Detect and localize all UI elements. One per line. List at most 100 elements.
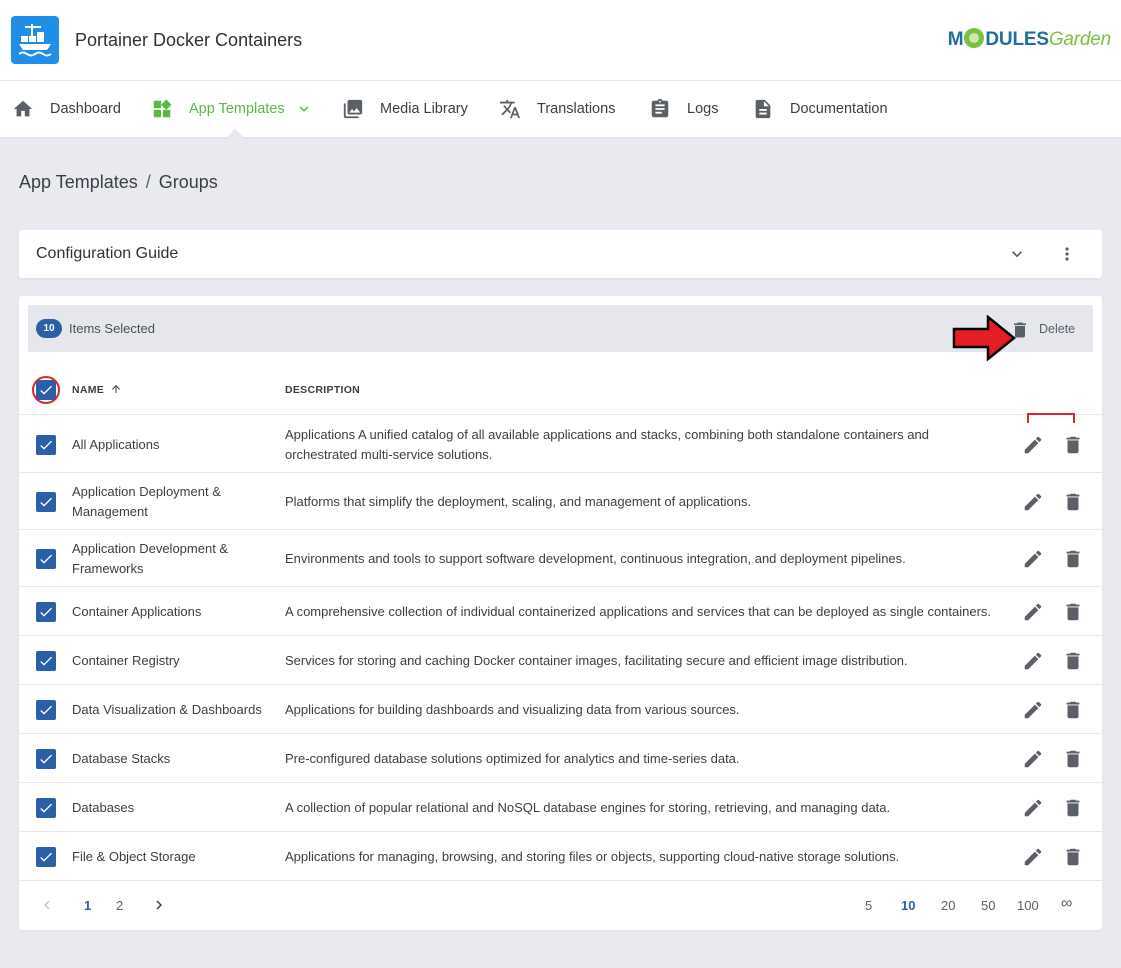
table-row[interactable]: All Applications Applications A unified c… <box>19 416 1102 473</box>
configuration-guide-panel: Configuration Guide <box>19 230 1102 278</box>
check-icon <box>40 656 52 666</box>
table-row[interactable]: Data Visualization & Dashboards Applicati… <box>19 685 1102 734</box>
delete-icon[interactable] <box>1062 699 1084 721</box>
nav-logs[interactable]: Logs <box>649 81 718 137</box>
table-row[interactable]: Application Development & Frameworks Envi… <box>19 530 1102 587</box>
delete-icon[interactable] <box>1062 434 1084 456</box>
row-checkbox[interactable] <box>36 797 56 818</box>
app-title: Portainer Docker Containers <box>75 30 303 50</box>
row-name: Application Deployment & Management <box>72 483 221 519</box>
brand-text-dules: DULES <box>985 29 1049 50</box>
check-icon <box>40 754 52 764</box>
selection-toolbar: 10 Items Selected Delete <box>28 305 1093 361</box>
row-checkbox[interactable] <box>36 434 56 455</box>
main-nav: Dashboard App Templates Media Library Tr… <box>0 81 1121 137</box>
sort-arrow-up-icon[interactable] <box>110 383 122 395</box>
page-size-50[interactable]: 50 <box>981 898 995 913</box>
chevron-down-icon[interactable] <box>295 100 313 118</box>
page-size-all[interactable]: ∞ <box>1061 895 1072 913</box>
row-name: Container Registry <box>72 652 180 668</box>
table-row[interactable]: Container Registry Services for storing a… <box>19 636 1102 685</box>
delete-icon[interactable] <box>1062 650 1084 672</box>
table-row[interactable]: Container Applications A comprehensive co… <box>19 587 1102 636</box>
delete-icon[interactable] <box>1062 846 1084 868</box>
table-row[interactable]: Database Stacks Pre-configured database s… <box>19 734 1102 783</box>
breadcrumb-current: Groups <box>158 172 218 192</box>
row-checkbox[interactable] <box>36 846 56 867</box>
row-checkbox[interactable] <box>36 601 56 622</box>
row-description: Pre-configured database solutions optimi… <box>285 750 740 766</box>
annotation-circle <box>32 376 60 404</box>
row-checkbox[interactable] <box>36 748 56 769</box>
row-checkbox[interactable] <box>36 650 56 671</box>
table-row[interactable]: Databases A collection of popular relatio… <box>19 783 1102 832</box>
more-vert-icon[interactable] <box>1057 244 1077 264</box>
nav-translations[interactable]: Translations <box>499 81 615 137</box>
edit-icon[interactable] <box>1022 650 1044 672</box>
table-row[interactable]: File & Object Storage Applications for ma… <box>19 832 1102 881</box>
home-icon <box>13 100 33 117</box>
page-size-5[interactable]: 5 <box>865 898 872 913</box>
document-icon <box>755 99 771 119</box>
check-icon <box>40 852 52 862</box>
edit-icon[interactable] <box>1022 548 1044 570</box>
edit-icon[interactable] <box>1022 846 1044 868</box>
nav-logs-label: Logs <box>687 101 719 117</box>
page-size-100[interactable]: 100 <box>1017 898 1039 913</box>
row-checkbox[interactable] <box>36 548 56 569</box>
annotation-arrow-icon <box>952 315 1016 361</box>
column-header-description: DESCRIPTION <box>285 384 361 396</box>
row-name: All Applications <box>72 436 160 452</box>
row-name: Databases <box>72 799 135 815</box>
delete-selected-icon[interactable] <box>1010 320 1030 340</box>
nav-app-templates[interactable]: App Templates <box>151 81 313 137</box>
next-page-icon[interactable] <box>150 896 168 914</box>
breadcrumb: App Templates / Groups <box>19 172 218 193</box>
row-description: A comprehensive collection of individual… <box>285 603 992 619</box>
configuration-guide-title[interactable]: Configuration Guide <box>36 245 178 263</box>
column-header-name[interactable]: NAME <box>72 384 104 396</box>
nav-documentation[interactable]: Documentation <box>752 81 888 137</box>
prev-page-icon[interactable] <box>38 896 56 914</box>
row-name: Data Visualization & Dashboards <box>72 701 262 717</box>
brand-globe-icon <box>964 28 985 48</box>
page-size-20[interactable]: 20 <box>941 898 955 913</box>
row-name: Application Development & Frameworks <box>72 540 229 576</box>
translate-icon <box>499 99 521 119</box>
row-name: Container Applications <box>72 603 202 619</box>
check-icon <box>40 705 52 715</box>
row-checkbox[interactable] <box>36 491 56 512</box>
page-1-button[interactable]: 1 <box>84 898 91 913</box>
delete-icon[interactable] <box>1062 748 1084 770</box>
selected-count-badge: 10 <box>36 319 62 338</box>
app-logo-icon <box>11 16 59 64</box>
brand-text-m: M <box>947 29 964 50</box>
check-icon <box>40 803 52 813</box>
edit-icon[interactable] <box>1022 797 1044 819</box>
nav-dashboard[interactable]: Dashboard <box>12 81 121 137</box>
edit-icon[interactable] <box>1022 748 1044 770</box>
delete-icon[interactable] <box>1062 548 1084 570</box>
edit-icon[interactable] <box>1022 491 1044 513</box>
chevron-down-icon[interactable] <box>1007 244 1027 264</box>
clipboard-icon <box>651 98 669 118</box>
delete-icon[interactable] <box>1062 797 1084 819</box>
row-checkbox[interactable] <box>36 699 56 720</box>
selected-items-label: Items Selected <box>69 321 155 336</box>
page-2-button[interactable]: 2 <box>116 898 123 913</box>
delete-selected-button[interactable]: Delete <box>1039 322 1075 336</box>
delete-icon[interactable] <box>1062 601 1084 623</box>
edit-icon[interactable] <box>1022 434 1044 456</box>
edit-icon[interactable] <box>1022 601 1044 623</box>
row-description: Platforms that simplify the deployment, … <box>285 493 752 509</box>
breadcrumb-root[interactable]: App Templates <box>19 172 138 192</box>
edit-icon[interactable] <box>1022 699 1044 721</box>
page-size-10[interactable]: 10 <box>901 898 915 913</box>
table-row[interactable]: Application Deployment & Management Platf… <box>19 473 1102 530</box>
nav-app-templates-label: App Templates <box>189 101 285 117</box>
nav-media-library[interactable]: Media Library <box>342 81 468 137</box>
row-description: Environments and tools to support softwa… <box>285 550 906 566</box>
delete-icon[interactable] <box>1062 491 1084 513</box>
nav-translations-label: Translations <box>537 101 616 117</box>
modulesgarden-logo[interactable]: M DULESGarden <box>948 28 1111 51</box>
